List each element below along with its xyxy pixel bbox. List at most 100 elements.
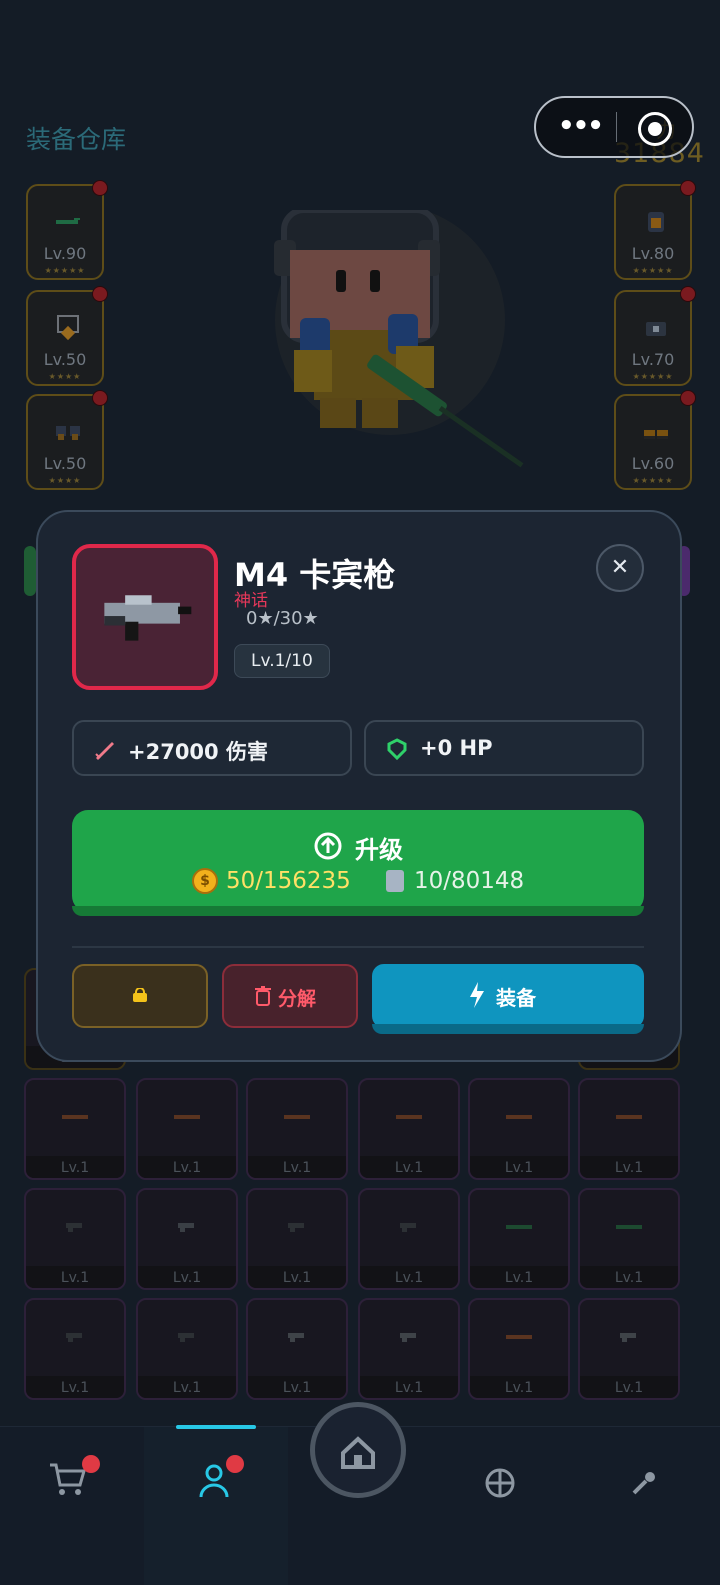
equip-slot-device[interactable]: Lv.70 ★★★★★ (614, 286, 696, 386)
inventory-item[interactable]: Lv.1 (358, 1298, 460, 1400)
lock-button[interactable] (72, 964, 208, 1028)
item-level: Lv.1 (172, 1160, 202, 1176)
item-level: Lv.1 (504, 1160, 534, 1176)
side-tab-left (24, 546, 36, 596)
slot-level: Lv.80 (631, 244, 675, 263)
card-icon (386, 870, 404, 892)
armor-icon (648, 212, 664, 232)
inventory-item[interactable]: Lv.1 (468, 1298, 570, 1400)
nav-workshop[interactable] (630, 1469, 690, 1529)
inventory-item[interactable]: Lv.1 (358, 1078, 460, 1180)
pistol-icon (66, 1223, 82, 1232)
item-level: Lv.1 (504, 1270, 534, 1286)
capsule-divider (616, 112, 617, 142)
inventory-item[interactable]: Lv.1 (358, 1188, 460, 1290)
rifle-icon (506, 1225, 532, 1229)
nav-equipment[interactable] (196, 1461, 256, 1521)
slot-stars: ★★★★★ (632, 266, 674, 275)
slot-level: Lv.60 (631, 454, 675, 473)
slot-stars: ★★★★ (48, 476, 82, 485)
rifle-icon (506, 1335, 532, 1339)
inventory-item[interactable]: Lv.1 (246, 1078, 348, 1180)
gloves-icon (56, 426, 80, 440)
equip-slot-boots[interactable]: Lv.60 ★★★★★ (614, 390, 696, 490)
item-level: Lv.1 (394, 1270, 424, 1286)
inventory-item[interactable]: Lv.1 (24, 1298, 126, 1400)
item-level: Lv.1 (172, 1270, 202, 1286)
slot-level: Lv.90 (43, 244, 87, 263)
pistol-icon (178, 1223, 194, 1232)
inventory-item[interactable]: Lv.1 (578, 1298, 680, 1400)
notification-dot (680, 286, 696, 302)
rifle-icon (56, 218, 80, 224)
item-level: Lv.1 (172, 1380, 202, 1396)
card-cost: 10/80148 (414, 868, 525, 894)
pistol-icon (400, 1223, 416, 1232)
inventory-item[interactable]: Lv.1 (468, 1188, 570, 1290)
item-level: Lv.1 (282, 1270, 312, 1286)
equip-slot-armor[interactable]: Lv.80 ★★★★★ (614, 180, 696, 280)
close-button[interactable]: ✕ (596, 544, 644, 592)
item-level: Lv.1/10 (234, 644, 330, 678)
item-level: Lv.1 (282, 1380, 312, 1396)
rifle-icon (506, 1115, 532, 1119)
nav-home[interactable] (310, 1402, 406, 1498)
pistol-icon (400, 1333, 416, 1342)
lock-icon (133, 988, 147, 1002)
nav-target[interactable] (484, 1467, 544, 1527)
device-icon (646, 322, 666, 336)
slot-stars: ★★★★★ (632, 372, 674, 381)
more-dots-icon[interactable]: ••• (558, 113, 604, 139)
inventory-item[interactable]: Lv.1 (468, 1078, 570, 1180)
notification-dot (226, 1455, 244, 1473)
equip-button[interactable]: 装备 (372, 964, 644, 1034)
coin-cost: 50/156235 (226, 868, 351, 894)
inventory-item[interactable]: Lv.1 (136, 1078, 238, 1180)
notification-dot (92, 180, 108, 196)
pistol-icon (66, 1333, 82, 1342)
nav-active-indicator (176, 1425, 256, 1429)
inventory-item[interactable]: Lv.1 (246, 1298, 348, 1400)
item-level: Lv.1 (614, 1160, 644, 1176)
home-icon (341, 1436, 375, 1469)
item-level: Lv.1 (282, 1160, 312, 1176)
item-level: Lv.1 (60, 1380, 90, 1396)
item-level: Lv.1 (504, 1380, 534, 1396)
carbine-icon (104, 595, 192, 641)
pistol-icon (288, 1223, 304, 1232)
item-level: Lv.1 (60, 1160, 90, 1176)
equip-slot-weapon[interactable]: Lv.90 ★★★★★ (26, 180, 108, 280)
notification-dot (82, 1455, 100, 1473)
break-down-button[interactable]: 分解 (222, 964, 358, 1028)
badge-icon (57, 315, 79, 341)
character-avatar (274, 210, 524, 468)
pistol-icon (620, 1333, 636, 1342)
stat-hp-value: +0 HP (420, 736, 493, 760)
inventory-item[interactable]: Lv.1 (578, 1188, 680, 1290)
item-level: Lv.1 (394, 1380, 424, 1396)
inventory-item[interactable]: Lv.1 (24, 1188, 126, 1290)
button-shadow (72, 906, 644, 916)
mini-program-capsule: ••• (534, 96, 694, 158)
target-icon[interactable] (638, 112, 672, 146)
upgrade-button[interactable]: 升级 $ 50/156235 10/80148 (72, 810, 644, 916)
inventory-item[interactable]: Lv.1 (24, 1078, 126, 1180)
inventory-item[interactable]: Lv.1 (136, 1298, 238, 1400)
item-detail-modal: M4 卡宾枪 神话 0★/30★ Lv.1/10 ✕ +27000 伤害 +0 … (36, 510, 682, 1062)
inventory-item[interactable]: Lv.1 (246, 1188, 348, 1290)
inventory-item[interactable]: Lv.1 (578, 1078, 680, 1180)
rifle-icon (616, 1225, 642, 1229)
notification-dot (92, 286, 108, 302)
slot-level: Lv.70 (631, 350, 675, 369)
close-icon: ✕ (610, 555, 630, 580)
inventory-item[interactable]: Lv.1 (136, 1188, 238, 1290)
equip-slot-badge[interactable]: Lv.50 ★★★★ (26, 286, 108, 386)
equip-slot-gloves[interactable]: Lv.50 ★★★★ (26, 390, 108, 490)
page-title: 装备仓库 (26, 125, 127, 154)
button-shadow (372, 1024, 644, 1034)
slot-stars: ★★★★ (48, 372, 82, 381)
item-level: Lv.1 (614, 1380, 644, 1396)
stat-damage: +27000 伤害 (72, 720, 352, 776)
sword-icon (95, 742, 114, 760)
item-level: Lv.1 (394, 1160, 424, 1176)
